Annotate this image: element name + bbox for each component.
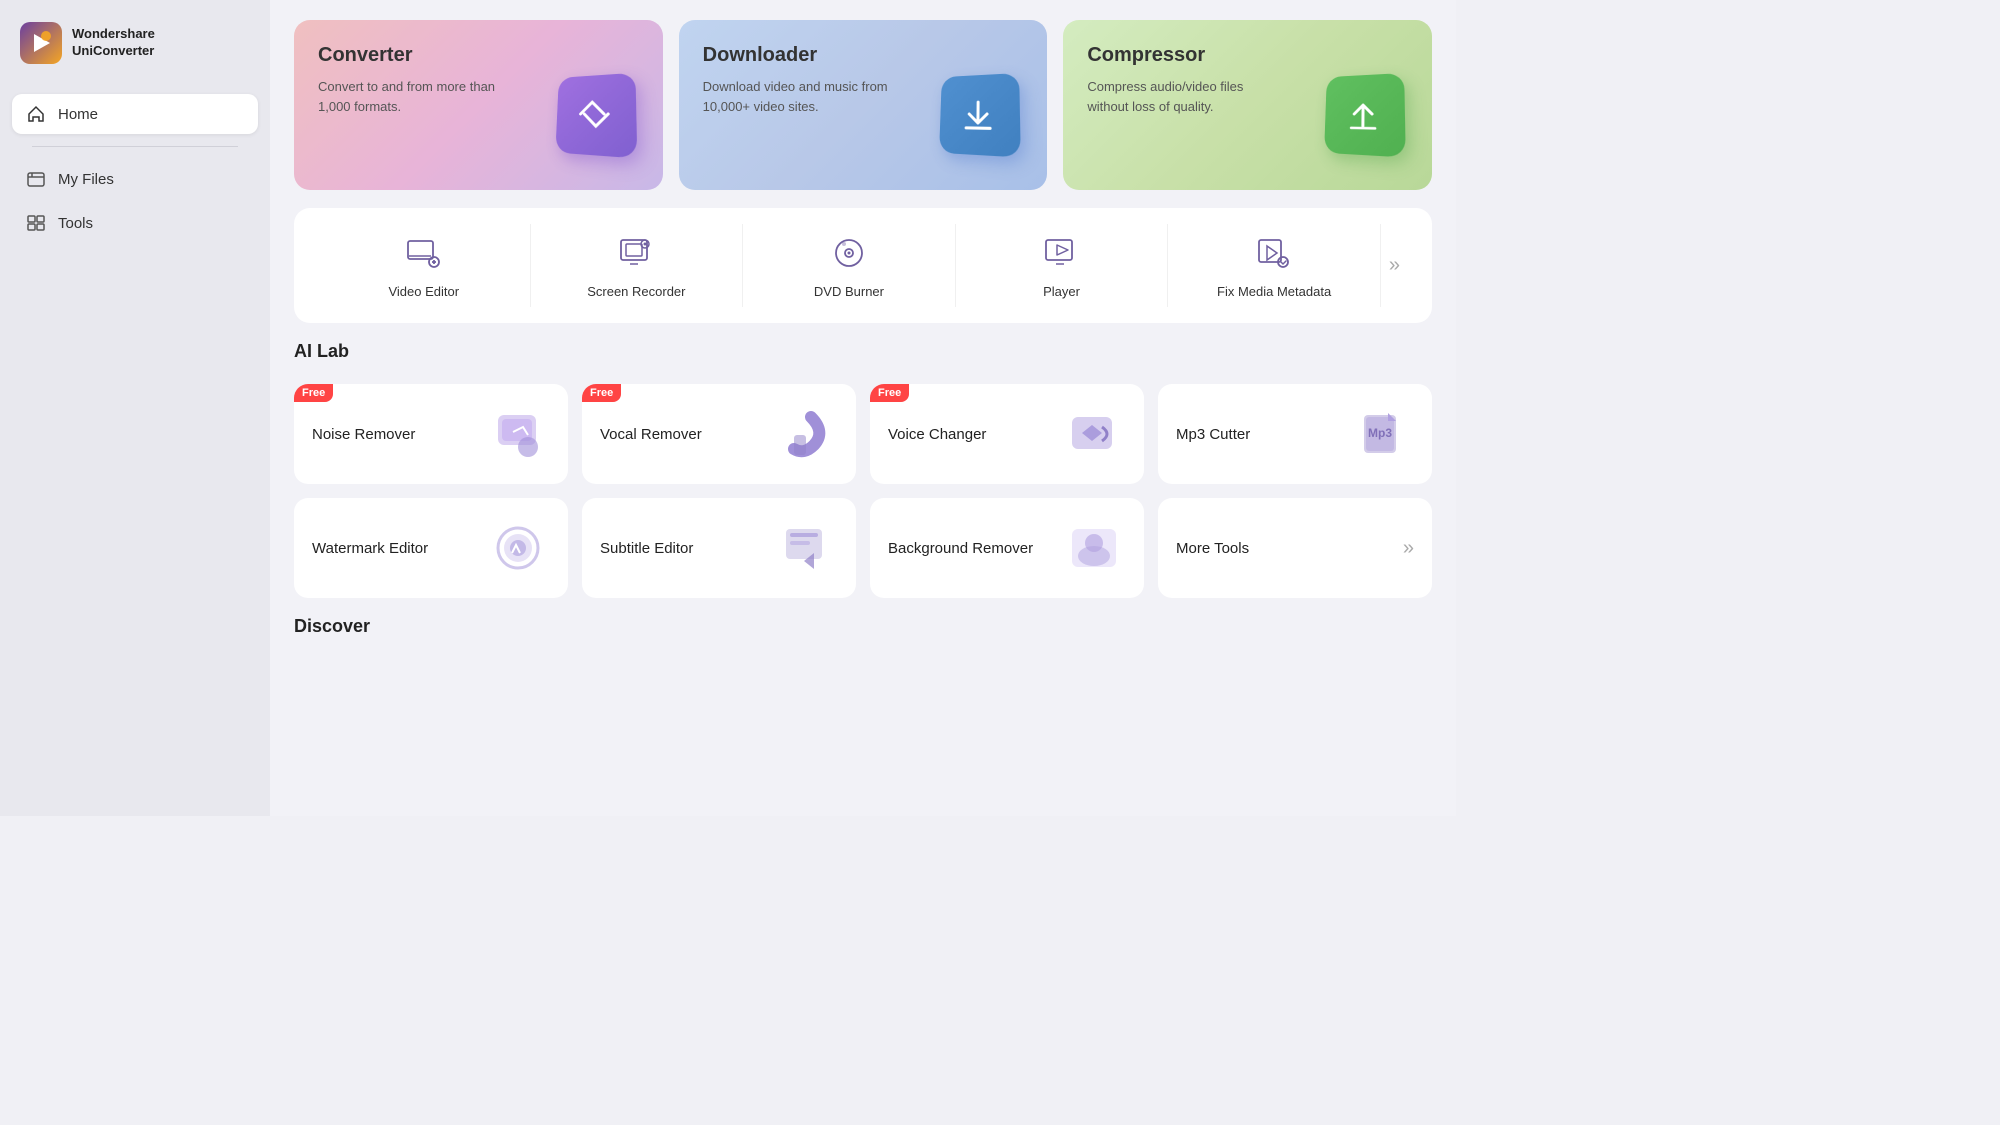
player-label: Player — [1043, 284, 1080, 299]
mp3-cutter-label: Mp3 Cutter — [1176, 424, 1250, 445]
voice-changer-icon — [1061, 404, 1126, 464]
logo-icon — [20, 22, 62, 64]
sidebar-nav: Home My Files Tools — [0, 86, 270, 251]
more-tools-arrow-icon: » — [1403, 537, 1414, 560]
discover-section: Discover — [294, 616, 1432, 641]
watermark-editor-icon — [485, 518, 550, 578]
tool-dvd-burner[interactable]: DVD Burner — [743, 224, 956, 307]
discover-title: Discover — [294, 616, 1432, 637]
converter-icon-shape — [555, 73, 637, 159]
downloader-title: Downloader — [703, 44, 934, 67]
vocal-remover-label: Vocal Remover — [600, 424, 702, 445]
video-editor-icon — [403, 232, 445, 274]
sidebar-item-home[interactable]: Home — [12, 94, 258, 134]
screen-recorder-label: Screen Recorder — [587, 284, 685, 299]
ai-card-voice-changer[interactable]: Free Voice Changer — [870, 384, 1144, 484]
tool-screen-recorder[interactable]: Screen Recorder — [531, 224, 744, 307]
voice-changer-free-badge: Free — [870, 384, 909, 402]
dvd-burner-icon — [828, 232, 870, 274]
compressor-title: Compressor — [1087, 44, 1318, 67]
more-tools-label: More Tools — [1176, 538, 1249, 559]
noise-remover-free-badge: Free — [294, 384, 333, 402]
converter-desc: Convert to and from more than 1,000 form… — [318, 77, 518, 116]
player-icon — [1041, 232, 1083, 274]
sidebar-item-home-label: Home — [58, 106, 98, 123]
vocal-remover-icon — [773, 404, 838, 464]
ai-card-background-remover[interactable]: Background Remover — [870, 498, 1144, 598]
noise-remover-icon — [485, 404, 550, 464]
ai-card-more-tools[interactable]: More Tools » — [1158, 498, 1432, 598]
downloader-card[interactable]: Downloader Download video and music from… — [679, 20, 1048, 190]
my-files-icon — [26, 169, 46, 189]
vocal-remover-free-badge: Free — [582, 384, 621, 402]
downloader-card-text: Downloader Download video and music from… — [703, 44, 934, 116]
ai-card-watermark-editor[interactable]: Watermark Editor — [294, 498, 568, 598]
compressor-icon — [1318, 44, 1408, 164]
app-logo: Wondershare UniConverter — [0, 0, 270, 86]
compressor-icon-shape — [1324, 73, 1406, 158]
sidebar-item-my-files[interactable]: My Files — [12, 159, 258, 199]
fix-media-metadata-label: Fix Media Metadata — [1217, 284, 1331, 299]
mp3-cutter-icon: Mp3 — [1349, 404, 1414, 464]
home-icon — [26, 104, 46, 124]
main-content: Converter Convert to and from more than … — [270, 0, 1456, 816]
compressor-card[interactable]: Compressor Compress audio/video files wi… — [1063, 20, 1432, 190]
tools-icon — [26, 213, 46, 233]
svg-text:Mp3: Mp3 — [1368, 426, 1392, 440]
compressor-card-text: Compressor Compress audio/video files wi… — [1087, 44, 1318, 116]
converter-card[interactable]: Converter Convert to and from more than … — [294, 20, 663, 190]
background-remover-icon — [1061, 518, 1126, 578]
tools-more-arrow[interactable]: » — [1381, 254, 1408, 277]
ai-card-vocal-remover[interactable]: Free Vocal Remover — [582, 384, 856, 484]
video-editor-label: Video Editor — [388, 284, 459, 299]
fix-media-metadata-icon — [1253, 232, 1295, 274]
downloader-icon-shape — [939, 73, 1021, 158]
converter-title: Converter — [318, 44, 549, 67]
sidebar-item-tools-label: Tools — [58, 215, 93, 232]
converter-icon — [549, 44, 639, 164]
sidebar: Wondershare UniConverter Home My Files — [0, 0, 270, 816]
subtitle-editor-icon — [773, 518, 838, 578]
ai-lab-title: AI Lab — [294, 341, 1432, 362]
noise-remover-label: Noise Remover — [312, 424, 415, 445]
ai-lab-grid: Free Noise Remover Free Vocal Remover — [294, 384, 1432, 598]
ai-lab-section: AI Lab — [294, 341, 1432, 366]
sidebar-item-tools[interactable]: Tools — [12, 203, 258, 243]
downloader-icon — [933, 44, 1023, 164]
ai-card-subtitle-editor[interactable]: Subtitle Editor — [582, 498, 856, 598]
converter-card-text: Converter Convert to and from more than … — [318, 44, 549, 116]
voice-changer-label: Voice Changer — [888, 424, 986, 445]
ai-card-mp3-cutter[interactable]: Mp3 Cutter Mp3 — [1158, 384, 1432, 484]
dvd-burner-label: DVD Burner — [814, 284, 884, 299]
compressor-desc: Compress audio/video files without loss … — [1087, 77, 1287, 116]
downloader-desc: Download video and music from 10,000+ vi… — [703, 77, 903, 116]
tool-video-editor[interactable]: Video Editor — [318, 224, 531, 307]
tools-bar: Video Editor Screen Recorder — [294, 208, 1432, 323]
screen-recorder-icon — [615, 232, 657, 274]
subtitle-editor-label: Subtitle Editor — [600, 538, 693, 559]
sidebar-divider — [32, 146, 238, 147]
ai-card-noise-remover[interactable]: Free Noise Remover — [294, 384, 568, 484]
watermark-editor-label: Watermark Editor — [312, 538, 428, 559]
tool-fix-media-metadata[interactable]: Fix Media Metadata — [1168, 224, 1381, 307]
background-remover-label: Background Remover — [888, 538, 1033, 559]
feature-cards: Converter Convert to and from more than … — [294, 20, 1432, 190]
sidebar-item-my-files-label: My Files — [58, 171, 114, 188]
logo-text: Wondershare UniConverter — [72, 26, 155, 60]
tool-player[interactable]: Player — [956, 224, 1169, 307]
